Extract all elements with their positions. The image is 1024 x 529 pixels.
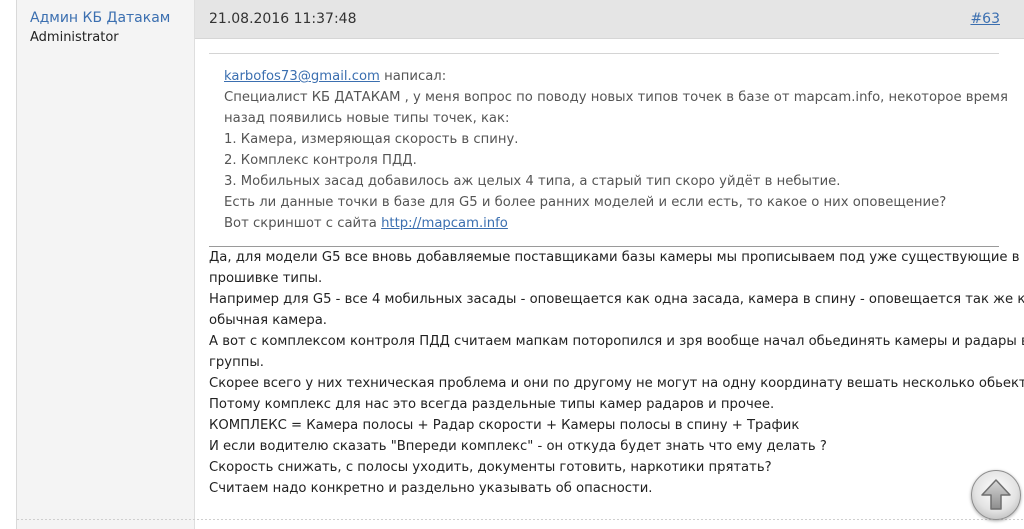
quote-line: Специалист КБ ДАТАКАМ , у меня вопрос по… xyxy=(224,90,1008,105)
mapcam-link[interactable]: http://mapcam.info xyxy=(381,216,508,231)
scroll-to-top-button[interactable] xyxy=(971,470,1021,520)
author-role: Administrator xyxy=(30,30,119,45)
quote-block: karbofos73@gmail.com написал: Специалист… xyxy=(209,53,1008,247)
author-panel: Админ КБ Датакам Administrator xyxy=(17,0,195,529)
post-date: 21.08.2016 11:37:48 xyxy=(209,11,357,27)
quote-line: Есть ли данные точки в базе для G5 и бол… xyxy=(224,195,947,210)
post-divider xyxy=(17,519,1024,520)
quote-line: 1. Камера, измеряющая скорость в спину. xyxy=(224,132,519,147)
quote-line: назад появились новые типы точек, как: xyxy=(224,111,510,126)
reply-line: Скорость снижать, с полосы уходить, доку… xyxy=(209,460,772,475)
reply-line: обычная камера. xyxy=(209,313,327,328)
reply-line: КОМПЛЕКС = Камера полосы + Радар скорост… xyxy=(209,418,800,433)
reply-line: Потому комплекс для нас это всегда разде… xyxy=(209,397,775,412)
reply-body: Да, для модели G5 все вновь добавляемые … xyxy=(209,247,1024,499)
reply-line: И если водителю сказать "Впереди комплек… xyxy=(209,439,827,454)
post-header: 21.08.2016 11:37:48 #63 xyxy=(195,0,1024,39)
quote-screenshot-line: Вот скриншот с сайта http://mapcam.info xyxy=(224,213,1008,234)
reply-line: Считаем надо конкретно и раздельно указы… xyxy=(209,481,653,496)
quote-author-link[interactable]: karbofos73@gmail.com xyxy=(224,69,380,84)
quote-screenshot-prefix: Вот скриншот с сайта xyxy=(224,216,382,231)
quote-header: karbofos73@gmail.com написал: xyxy=(224,66,1008,87)
author-name-link[interactable]: Админ КБ Датакам xyxy=(30,10,170,26)
reply-line: А вот с комплексом контроля ПДД считаем … xyxy=(209,334,1024,349)
quote-wrote-label: написал: xyxy=(379,69,447,84)
quote-line: 2. Комплекс контроля ПДД. xyxy=(224,153,417,168)
reply-line: Например для G5 - все 4 мобильных засады… xyxy=(209,292,1024,307)
reply-line: Скорее всего у них техническая проблема … xyxy=(209,376,1024,391)
arrow-up-icon xyxy=(981,479,1011,510)
reply-line: Да, для модели G5 все вновь добавляемые … xyxy=(209,250,1020,265)
post-permalink[interactable]: #63 xyxy=(970,11,1000,27)
reply-line: группы. xyxy=(209,355,264,370)
reply-line: прошивке типы. xyxy=(209,271,323,286)
quote-line: 3. Мобильных засад добавилось аж целых 4… xyxy=(224,174,841,189)
